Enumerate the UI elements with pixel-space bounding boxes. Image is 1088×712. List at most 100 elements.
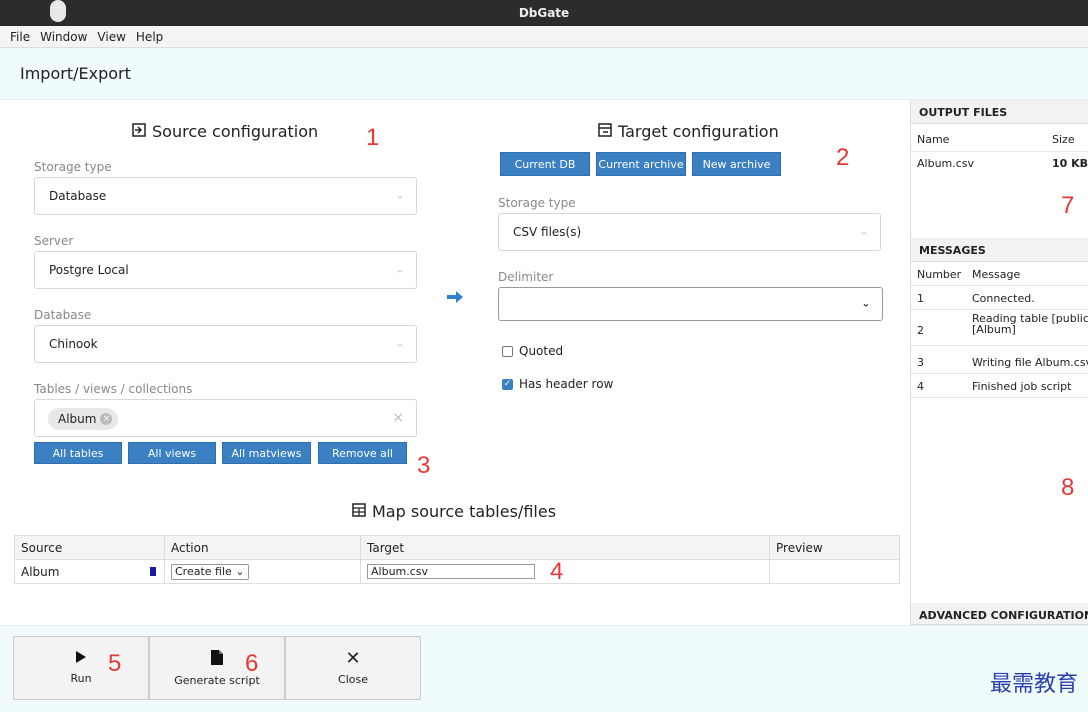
source-storage-type-select[interactable]: Database ⌄ [34,177,417,215]
clear-icon[interactable]: × [392,410,404,426]
output-files-columns: Name Size [911,130,1088,152]
column-header-size: Size [1052,133,1075,146]
arrow-right-icon [446,290,464,307]
current-archive-button[interactable]: Current archive [596,152,686,176]
output-file-size: 10 KB [1052,157,1088,170]
checkbox-unchecked-icon [502,345,513,357]
action-cell: Create file ⌄ [164,559,361,584]
map-table: Source Action Target Preview Album Creat… [14,535,900,584]
chevron-down-icon: ⌄ [859,226,868,238]
action-select[interactable]: Create file ⌄ [171,563,249,580]
menu-file[interactable]: File [10,30,30,44]
column-header-message: Message [972,268,1021,281]
storage-type-label: Storage type [34,160,112,174]
chevron-down-icon: ⌄ [235,565,245,578]
table-chip-label: Album [58,412,97,426]
map-table-header: Source Action Target Preview [14,535,900,560]
map-title: Map source tables/files [352,502,556,521]
annotation-4: 4 [550,558,564,585]
action-value: Create file [175,565,232,578]
page-title: Import/Export [0,48,1088,100]
chevron-down-icon: ⌄ [395,338,404,350]
message-text: Finished job script [972,380,1072,393]
delimiter-select[interactable]: ⌄ [498,287,883,321]
menu-bar: File Window View Help [0,26,1088,48]
table-chip-album: Album × [48,408,119,430]
close-icon: ✕ [345,647,361,669]
annotation-2: 2 [836,144,850,171]
server-select[interactable]: Postgre Local ⌄ [34,251,417,289]
window-title: DbGate [0,0,1088,26]
chevron-down-icon: ⌄ [395,190,404,202]
menu-window[interactable]: Window [40,30,87,44]
message-line-2: [Album] [972,323,1016,336]
table-row[interactable]: Album.csv 10 KB [911,152,1088,176]
messages-columns: Number Message [911,264,1088,286]
close-button[interactable]: ✕ Close [285,636,421,700]
annotation-5: 5 [108,650,122,677]
table-row: Album Create file ⌄ Album.csv [14,559,900,584]
run-button[interactable]: Run [13,636,149,700]
source-title: Source configuration [132,122,318,141]
chevron-down-icon: ⌄ [395,264,404,276]
header-row-checkbox[interactable]: ✓ Has header row [502,377,613,391]
annotation-7: 7 [1061,192,1075,219]
table-icon [352,502,366,521]
import-icon [132,122,146,141]
trash-icon[interactable] [150,567,156,576]
target-input[interactable]: Album.csv [367,564,535,579]
delimiter-label: Delimiter [498,270,554,284]
message-text: Reading table [public] [Album] [972,313,1088,335]
new-archive-button[interactable]: New archive [692,152,781,176]
quoted-label: Quoted [519,344,564,358]
target-title: Target configuration [598,122,779,141]
table-row: 1 Connected. [911,288,1088,310]
tables-label: Tables / views / collections [34,382,193,396]
header-row-label: Has header row [519,377,614,391]
remove-all-button[interactable]: Remove all [318,442,407,464]
right-panel: OUTPUT FILES Name Size Album.csv 10 KB 7… [910,100,1088,625]
chip-remove-icon[interactable]: × [100,413,113,425]
menu-view[interactable]: View [97,30,125,44]
source-title-label: Source configuration [152,122,319,141]
column-header-number: Number [917,268,962,281]
quoted-checkbox[interactable]: Quoted [502,344,563,358]
map-title-label: Map source tables/files [372,502,557,521]
current-db-button[interactable]: Current DB [500,152,590,176]
all-views-button[interactable]: All views [128,442,216,464]
column-header-source: Source [14,535,165,560]
column-header-target: Target [360,535,770,560]
column-header-preview: Preview [769,535,900,560]
column-header-action: Action [164,535,361,560]
advanced-configuration-header[interactable]: ADVANCED CONFIGURATION [911,603,1088,625]
server-label: Server [34,234,74,248]
generate-script-button[interactable]: Generate script [149,636,285,700]
target-title-label: Target configuration [618,122,779,141]
target-cell: Album.csv [360,559,770,584]
close-label: Close [338,672,368,686]
target-storage-type-value: CSV files(s) [513,225,582,239]
menu-help[interactable]: Help [136,30,163,44]
annotation-6: 6 [245,650,259,677]
annotation-8: 8 [1061,474,1075,501]
all-matviews-button[interactable]: All matviews [222,442,311,464]
output-files-header: OUTPUT FILES [911,100,1088,124]
message-number: 3 [917,356,924,369]
message-number: 4 [917,380,924,393]
annotation-3: 3 [417,452,431,479]
source-storage-type-value: Database [49,189,107,203]
message-text: Writing file Album.csv [972,356,1088,369]
footer-toolbar: Run 5 Generate script 6 ✕ Close 最需教育 [0,625,1088,712]
chevron-down-icon: ⌄ [861,298,870,310]
target-storage-type-select[interactable]: CSV files(s) ⌄ [498,213,881,251]
target-storage-type-label: Storage type [498,196,576,210]
preview-cell [769,559,900,584]
message-text: Connected. [972,292,1035,305]
all-tables-button[interactable]: All tables [34,442,122,464]
column-header-name: Name [917,133,950,146]
message-number: 2 [917,324,924,337]
database-select[interactable]: Chinook ⌄ [34,325,417,363]
database-value: Chinook [49,337,98,351]
file-icon [211,649,223,668]
watermark: 最需教育 [989,672,1078,697]
